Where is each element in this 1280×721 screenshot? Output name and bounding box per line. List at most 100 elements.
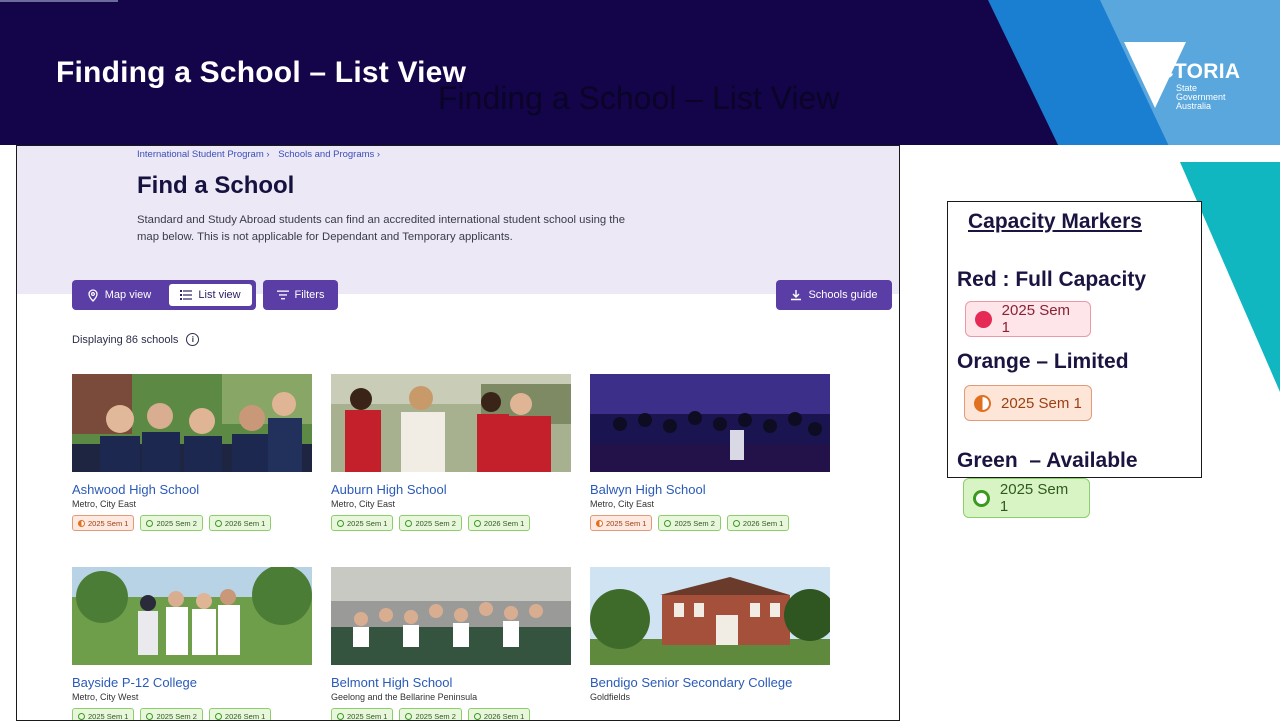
list-view-button[interactable]: List view [169,284,252,306]
legend-red-label: Red : Full Capacity [957,268,1147,291]
limited-status-icon [974,394,991,412]
intake-chip-label: 2026 Sem 1 [483,518,525,528]
intake-chip-label: 2025 Sem 1 [88,711,129,721]
intake-chip: 2025 Sem 1 [590,515,653,531]
page-title: Find a School [137,172,295,199]
slide-title: Finding a School – List View [56,56,467,89]
school-name[interactable]: Belmont High School [331,675,571,691]
school-photo-bayside [72,567,312,665]
intake-chip: 2025 Sem 2 [399,515,462,531]
map-pin-icon [88,288,98,302]
breadcrumb-item-isp[interactable]: International Student Program › [137,149,270,160]
legend-chip-full: 2025 Sem 1 [965,301,1091,337]
school-region: Goldfields [590,692,631,702]
filters-label: Filters [294,289,325,301]
slide-ghost-title: Finding a School – List View [438,80,840,116]
intake-chip-label: 2025 Sem 2 [415,518,456,528]
available-status-icon [214,712,222,720]
intake-chips: 2025 Sem 1 2025 Sem 2 2026 Sem 1 [590,515,830,531]
school-card[interactable]: Auburn High School Metro, City East 2025… [331,374,571,531]
intake-chip: 2026 Sem 1 [208,708,272,721]
school-region: Metro, City East [331,499,396,509]
school-name[interactable]: Ashwood High School [72,482,312,498]
limited-status-icon [596,519,603,527]
header-top-line [0,0,118,2]
intake-chip-label: 2025 Sem 1 [347,518,388,528]
intake-chip-label: 2025 Sem 2 [674,518,715,528]
intake-chip: 2026 Sem 1 [208,515,272,531]
available-status-icon [337,519,344,527]
legend-chip-limited: 2025 Sem 1 [964,385,1092,421]
available-status-icon [214,519,222,527]
intake-chips: 2025 Sem 1 2025 Sem 2 2026 Sem 1 [331,708,571,721]
available-status-icon [405,712,413,720]
school-region: Metro, City East [590,499,655,509]
legend-chip-label: 2025 Sem 1 [999,481,1069,515]
available-status-icon [732,519,740,527]
school-photo-balwyn [590,374,830,472]
list-view-label: List view [198,289,241,301]
available-status-icon [146,519,154,527]
available-status-icon [473,519,481,527]
school-photo-auburn [331,374,571,472]
school-region: Geelong and the Bellarine Peninsula [331,692,478,702]
breadcrumb-item-schools[interactable]: Schools and Programs › [278,149,380,160]
school-name[interactable]: Bendigo Senior Secondary College [590,675,830,691]
school-region: Metro, City East [72,499,137,509]
info-icon[interactable]: i [186,333,200,346]
victoria-logo-word: VICTORIA [1138,60,1241,83]
capacity-legend: Capacity Markers Red : Full Capacity Ora… [947,201,1202,478]
available-status-icon [405,519,413,527]
filters-button[interactable]: Filters [263,280,338,310]
school-name[interactable]: Auburn High School [331,482,571,498]
intake-chip-label: 2026 Sem 1 [224,711,266,721]
intake-chip: 2026 Sem 1 [726,515,790,531]
intake-chip: 2025 Sem 1 [331,708,394,721]
intake-chips: 2025 Sem 1 2025 Sem 2 2026 Sem 1 [72,708,312,721]
school-card[interactable]: Ashwood High School Metro, City East 202… [72,374,312,531]
intake-chip-label: 2025 Sem 1 [88,518,129,528]
school-card[interactable]: Bendigo Senior Secondary College Goldfie… [590,567,830,702]
intake-chip-label: 2026 Sem 1 [483,711,525,721]
available-status-icon [146,712,154,720]
view-toggle: Map view List view [72,280,256,310]
school-region: Metro, City West [72,692,139,702]
intake-chip-label: 2025 Sem 2 [415,711,456,721]
intake-chip-label: 2025 Sem 2 [156,711,197,721]
download-icon [791,290,802,301]
legend-chip-label: 2025 Sem 1 [1001,394,1082,412]
available-status-icon [473,712,481,720]
breadcrumb: International Student Program › Schools … [137,149,386,160]
intake-chip-label: 2026 Sem 1 [742,518,784,528]
intake-chip: 2025 Sem 2 [140,708,203,721]
intake-chip: 2025 Sem 2 [140,515,203,531]
map-view-label: Map view [104,289,152,301]
intake-chip-label: 2026 Sem 1 [224,518,266,528]
intake-chips: 2025 Sem 1 2025 Sem 2 2026 Sem 1 [72,515,312,531]
results-count-text: Displaying 86 schools [72,333,179,346]
school-photo-belmont [331,567,571,665]
school-name[interactable]: Balwyn High School [590,482,830,498]
intake-chip: 2025 Sem 1 [331,515,394,531]
legend-chip-label: 2025 Sem 1 [1001,302,1071,336]
school-card[interactable]: Belmont High School Geelong and the Bell… [331,567,571,721]
intake-chip: 2025 Sem 2 [658,515,721,531]
intake-chip: 2026 Sem 1 [467,708,531,721]
school-name[interactable]: Bayside P-12 College [72,675,312,691]
intake-chip: 2025 Sem 2 [399,708,462,721]
schools-guide-button[interactable]: Schools guide [776,280,892,310]
school-photo-bendigo [590,567,830,665]
intake-chip-label: 2025 Sem 1 [347,711,388,721]
page-intro: Standard and Study Abroad students can f… [137,214,625,243]
map-view-button[interactable]: Map view [72,280,166,310]
website-screenshot: International Student Program › Schools … [16,145,900,721]
full-status-icon [975,310,992,328]
victoria-logo-sub: State Government Australia [1176,83,1226,111]
school-photo-ashwood [72,374,312,472]
results-count: Displaying 86 schools i [72,333,200,346]
school-card[interactable]: Bayside P-12 College Metro, City West 20… [72,567,312,721]
schools-guide-label: Schools guide [808,289,878,301]
intake-chips: 2025 Sem 1 2025 Sem 2 2026 Sem 1 [331,515,571,531]
intake-chip: 2026 Sem 1 [467,515,531,531]
school-card[interactable]: Balwyn High School Metro, City East 2025… [590,374,830,531]
